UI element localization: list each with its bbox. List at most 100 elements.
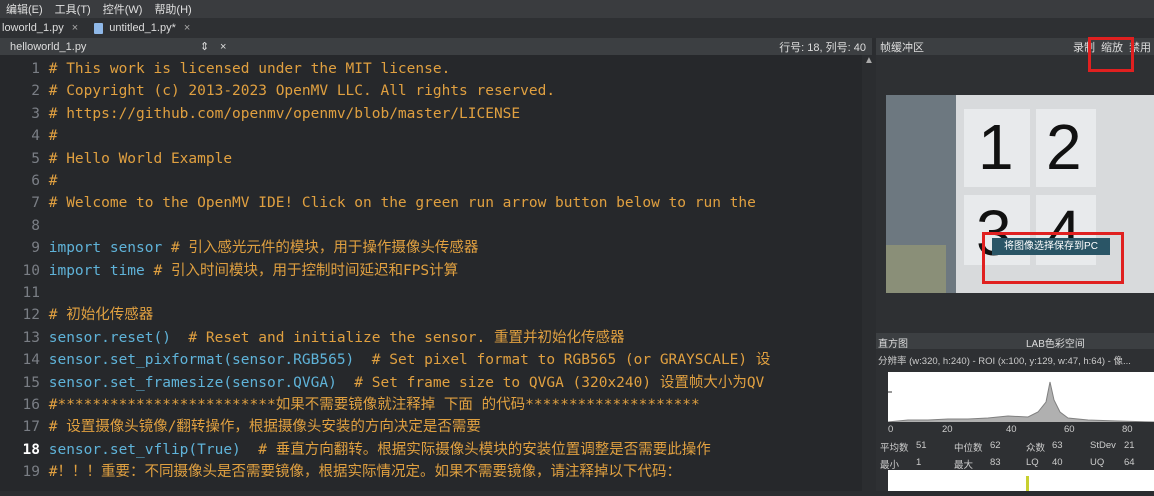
code-line[interactable]: 13 sensor.reset() # Reset and initialize… — [0, 328, 625, 348]
code-line[interactable]: 15 sensor.set_framesize(sensor.QVGA) # S… — [0, 373, 765, 393]
stat-value: 51 — [916, 440, 927, 451]
line-number: 7 — [31, 195, 40, 212]
line-text: #！！！重要：不同摄像头是否需要镜像，根据实际情况定。如果不需要镜像，请注释掉以… — [48, 464, 681, 481]
line-number: 15 — [22, 374, 40, 391]
menu-help[interactable]: 帮助(H) — [148, 1, 197, 17]
code-line[interactable]: 12 # 初始化传感器 — [0, 305, 154, 325]
line-number: 5 — [31, 150, 40, 167]
zoom-highlight-box — [1088, 37, 1134, 72]
tab-label: loworld_1.py — [2, 22, 64, 34]
line-number: 10 — [22, 262, 40, 279]
digit-label: 1 — [978, 111, 1014, 183]
axis-tick: 60 — [1064, 424, 1075, 435]
stat-value: 1 — [916, 457, 922, 468]
stat-label: 众数 — [1026, 443, 1046, 454]
colorspace-selector[interactable]: LAB色彩空间 — [1026, 335, 1085, 350]
line-text: import sensor # 引入感光元件的模块，用于操作摄像头传感器 — [48, 240, 479, 257]
line-number: 8 — [31, 217, 40, 234]
code-line[interactable]: 10 import time # 引入时间模块，用于控制时间延迟和FPS计算 — [0, 261, 459, 281]
line-text: # Hello World Example — [48, 150, 233, 167]
line-number: 11 — [22, 285, 40, 301]
code-line[interactable]: 14 sensor.set_pixformat(sensor.RGB565) #… — [0, 350, 771, 370]
digit-label: 2 — [1046, 111, 1082, 183]
stat-label: 最大 — [954, 460, 974, 471]
code-line[interactable]: 16 #*************************如果不需要镜像就注释掉… — [0, 395, 700, 415]
code-line[interactable]: 7 # Welcome to the OpenMV IDE! Click on … — [0, 193, 756, 213]
cursor-position: 行号: 18, 列号: 40 — [779, 41, 866, 54]
stat-value: 83 — [990, 457, 1001, 468]
line-text: # Welcome to the OpenMV IDE! Click on th… — [48, 195, 756, 212]
stat-value: 64 — [1124, 457, 1135, 468]
line-text: # — [48, 128, 58, 145]
code-line[interactable]: 5 # Hello World Example — [0, 149, 232, 169]
line-text: # 设置摄像头镜像/翻转操作，根据摄像头安装的方向决定是否需要 — [48, 419, 481, 436]
stat-value: 62 — [990, 440, 1001, 451]
close-icon[interactable]: × — [220, 41, 240, 53]
axis-tick: 0 — [888, 424, 894, 435]
stat-value: 63 — [1052, 440, 1063, 451]
menu-bar: 编辑(E) 工具(T) 控件(W) 帮助(H) — [0, 0, 1154, 18]
resolution-info: 分辨率 (w:320, h:240) - ROI (x:100, y:129, … — [878, 356, 1131, 367]
code-line[interactable]: 17 # 设置摄像头镜像/翻转操作，根据摄像头安装的方向决定是否需要 — [0, 417, 481, 437]
menu-widgets[interactable]: 控件(W) — [97, 1, 149, 17]
line-text: import time # 引入时间模块，用于控制时间延迟和FPS计算 — [48, 262, 459, 279]
tab-helloworld[interactable]: loworld_1.py × — [0, 18, 86, 38]
line-text: #*************************如果不需要镜像就注释掉 下面… — [48, 397, 700, 413]
code-line[interactable]: 1 # This work is licensed under the MIT … — [0, 59, 450, 79]
editor-scrollbar[interactable]: ▲ — [862, 55, 876, 491]
histogram-tab[interactable]: 直方图 — [878, 335, 908, 350]
line-text: sensor.set_vflip(True) # 垂直方向翻转。根据实际摄像头模… — [48, 441, 711, 458]
stat-label: UQ — [1090, 457, 1105, 468]
line-number: 18 — [22, 441, 40, 458]
line-text: # 初始化传感器 — [48, 307, 154, 324]
stat-label: StDev — [1090, 440, 1116, 451]
code-line[interactable]: 18 sensor.set_vflip(True) # 垂直方向翻转。根据实际摄… — [0, 440, 711, 460]
file-selector-icon[interactable]: ⇕ — [200, 40, 220, 53]
line-number: 1 — [31, 61, 40, 77]
histogram-plot — [1026, 476, 1029, 491]
code-line[interactable]: 4 # — [0, 126, 57, 146]
code-line[interactable]: 9 import sensor # 引入感光元件的模块，用于操作摄像头传感器 — [0, 238, 478, 258]
line-number: 4 — [31, 128, 40, 145]
line-number: 19 — [22, 464, 40, 481]
line-number: 14 — [22, 352, 40, 369]
stat-label: LQ — [1026, 457, 1039, 468]
stat-value: 21 — [1124, 440, 1135, 451]
framebuffer-title: 帧缓冲区 — [880, 41, 924, 54]
line-text: # — [48, 173, 58, 189]
line-number: 12 — [22, 307, 40, 324]
line-text: # Copyright (c) 2013-2023 OpenMV LLC. Al… — [48, 83, 556, 100]
line-text: sensor.set_pixformat(sensor.RGB565) # Se… — [48, 352, 771, 369]
line-text: # This work is licensed under the MIT li… — [48, 61, 451, 77]
stat-label: 中位数 — [954, 443, 983, 454]
code-line[interactable]: 8 — [0, 216, 49, 236]
close-icon[interactable]: × — [184, 22, 190, 34]
stat-label: 平均数 — [880, 443, 909, 454]
background-object — [886, 245, 946, 293]
stat-label: 最小 — [880, 460, 900, 471]
line-number: 16 — [22, 397, 40, 413]
code-line[interactable]: 3 # https://github.com/openmv/openmv/blo… — [0, 104, 520, 124]
tab-untitled[interactable]: untitled_1.py* × — [86, 18, 198, 38]
close-icon[interactable]: × — [72, 22, 78, 34]
open-file-name[interactable]: helloworld_1.py — [0, 41, 200, 53]
python-file-icon — [94, 22, 104, 34]
line-text: # https://github.com/openmv/openmv/blob/… — [48, 105, 521, 122]
code-line[interactable]: 2 # Copyright (c) 2013-2023 OpenMV LLC. … — [0, 81, 555, 101]
file-tab-bar: loworld_1.py × untitled_1.py* × — [0, 18, 1154, 38]
line-text: sensor.reset() # Reset and initialize th… — [48, 329, 625, 346]
axis-tick: 80 — [1122, 424, 1133, 435]
histogram-header: 直方图 LAB色彩空间 — [876, 333, 1154, 350]
menu-tools[interactable]: 工具(T) — [49, 1, 97, 17]
axis-tick: 40 — [1006, 424, 1017, 435]
line-number: 3 — [31, 105, 40, 122]
code-line[interactable]: 19 #！！！重要：不同摄像头是否需要镜像，根据实际情况定。如果不需要镜像，请注… — [0, 462, 681, 482]
scroll-up-icon[interactable]: ▲ — [862, 55, 876, 66]
code-editor[interactable]: 1 # This work is licensed under the MIT … — [0, 55, 862, 491]
line-number: 6 — [31, 173, 40, 189]
tab-label: untitled_1.py* — [109, 22, 176, 34]
code-line[interactable]: 11 — [0, 283, 49, 303]
histogram-chart — [887, 372, 1154, 423]
code-line[interactable]: 6 # — [0, 171, 57, 191]
menu-edit[interactable]: 编辑(E) — [0, 1, 49, 17]
